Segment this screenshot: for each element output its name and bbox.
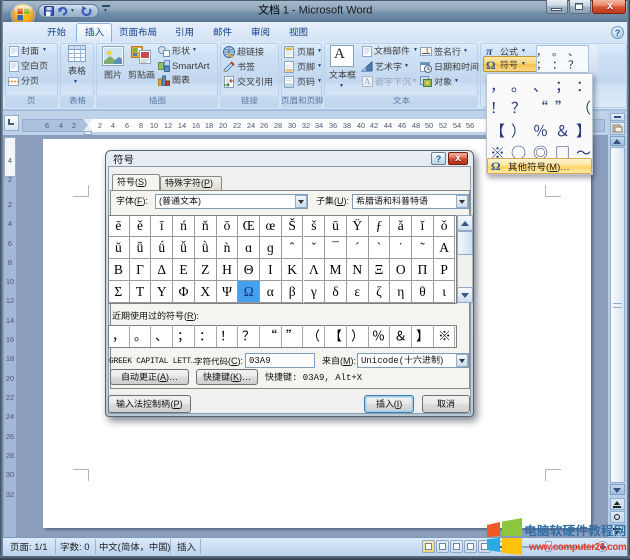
svg-text:A: A bbox=[364, 77, 371, 87]
